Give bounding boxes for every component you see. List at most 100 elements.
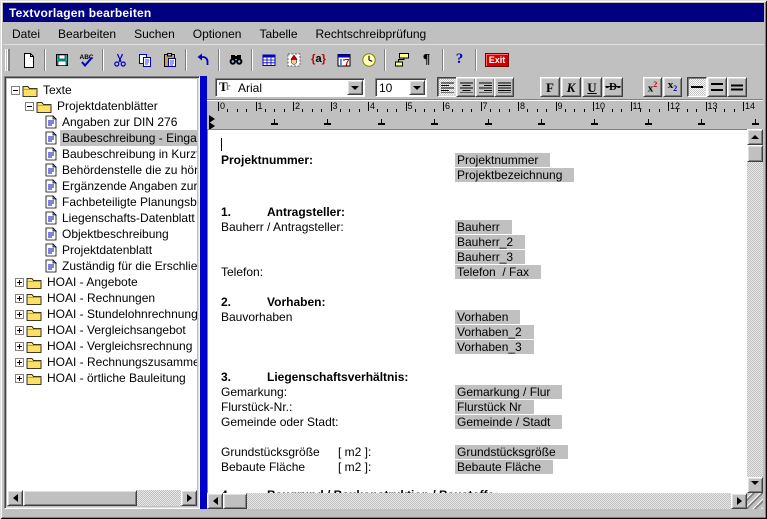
tree-item-hoai-stundelohnrechnunge[interactable]: HOAI - Stundelohnrechnunge xyxy=(7,306,197,322)
merge-field-bauherr-3[interactable]: Bauherr_3 xyxy=(455,250,525,264)
merge-field-grundstücksgröße[interactable]: Grundstücksgröße xyxy=(455,445,568,459)
align-justify-button[interactable] xyxy=(494,77,514,97)
tree-item-projektdatenblatt[interactable]: Projektdatenblatt xyxy=(7,242,197,258)
tab-stop-marker[interactable] xyxy=(431,119,438,125)
insert-image-button[interactable] xyxy=(281,47,306,73)
tree-item-label[interactable]: Behördenstelle die zu hör xyxy=(60,162,197,178)
spellcheck-button[interactable]: ABC xyxy=(74,47,99,73)
tree-item-baubeschreibung-in-kurzf[interactable]: Baubeschreibung in Kurzf xyxy=(7,146,197,162)
merge-field-vorhaben-3[interactable]: Vorhaben_3 xyxy=(455,340,534,354)
menu-item-rechtschreibprüfung[interactable]: Rechtschreibprüfung xyxy=(307,25,436,43)
tree-item-label[interactable]: Zuständig für die Erschließ xyxy=(60,258,197,274)
insert-field-button[interactable]: {a} xyxy=(306,47,331,73)
scroll-left-button[interactable] xyxy=(7,490,23,506)
tree-item-hoai-rechnungen[interactable]: HOAI - Rechnungen xyxy=(7,290,197,306)
tree-item-texte[interactable]: Texte xyxy=(7,82,197,98)
tree-item-label[interactable]: Liegenschafts-Datenblatt xyxy=(60,210,197,226)
merge-field-flurstück-nr[interactable]: Flurstück Nr xyxy=(455,400,534,414)
insert-date-button[interactable]: 7 xyxy=(331,47,356,73)
tree-item-hoai-örtliche-bauleitung[interactable]: HOAI - örtliche Bauleitung xyxy=(7,370,197,386)
menu-item-optionen[interactable]: Optionen xyxy=(184,25,251,43)
text-structure-button[interactable] xyxy=(389,47,414,73)
line-spacing-single-button[interactable] xyxy=(687,77,707,97)
merge-field-projektbezeichnung[interactable]: Projektbezeichnung xyxy=(455,168,574,182)
tree-item-behördenstelle-die-zu-hör[interactable]: Behördenstelle die zu hör xyxy=(7,162,197,178)
tab-stop-marker[interactable] xyxy=(378,119,385,125)
tree-item-label[interactable]: Baubeschreibung in Kurzf xyxy=(60,146,197,162)
menu-item-bearbeiten[interactable]: Bearbeiten xyxy=(49,25,125,43)
expand-plus-icon[interactable] xyxy=(15,374,24,383)
scroll-right-button[interactable] xyxy=(181,490,197,506)
paste-button[interactable] xyxy=(157,47,182,73)
tab-stop-marker[interactable] xyxy=(485,119,492,125)
tab-stop-marker[interactable] xyxy=(698,119,705,125)
document-page[interactable]: Projektnummer:ProjektnummerProjektbezeic… xyxy=(207,129,747,493)
scrollbar-thumb[interactable] xyxy=(223,493,247,509)
expand-plus-icon[interactable] xyxy=(15,294,24,303)
help-button[interactable]: ? xyxy=(447,47,472,73)
font-size-select[interactable]: 10 xyxy=(375,78,427,97)
scroll-right-button[interactable] xyxy=(731,493,747,509)
collapse-minus-icon[interactable] xyxy=(11,86,20,95)
toolbar-grip-handle[interactable] xyxy=(5,49,12,71)
merge-field-gemarkung-flur[interactable]: Gemarkung / Flur xyxy=(455,385,562,399)
align-left-button[interactable] xyxy=(437,77,457,97)
font-dropdown-button[interactable] xyxy=(347,80,363,95)
find-button[interactable] xyxy=(223,47,248,73)
align-center-button[interactable] xyxy=(456,77,476,97)
tab-stop-marker[interactable] xyxy=(271,119,278,125)
tree-item-ergänzende-angaben-zur[interactable]: Ergänzende Angaben zur xyxy=(7,178,197,194)
tree-item-hoai-angebote[interactable]: HOAI - Angebote xyxy=(7,274,197,290)
resize-grip[interactable] xyxy=(747,493,763,509)
titlebar[interactable]: Textvorlagen bearbeiten xyxy=(3,3,764,22)
undo-button[interactable] xyxy=(190,47,215,73)
tree-item-liegenschafts-datenblatt[interactable]: Liegenschafts-Datenblatt xyxy=(7,210,197,226)
menu-item-tabelle[interactable]: Tabelle xyxy=(250,25,306,43)
cut-button[interactable] xyxy=(107,47,132,73)
expand-plus-icon[interactable] xyxy=(15,310,24,319)
merge-field-vorhaben[interactable]: Vorhaben xyxy=(455,310,520,324)
tree-item-hoai-rechnungszusammen[interactable]: HOAI - Rechnungszusammen xyxy=(7,354,197,370)
tree-item-label[interactable]: Fachbeteiligte Planungsbi xyxy=(60,194,197,210)
font-select[interactable]: Tr Arial xyxy=(215,78,365,97)
tab-stop-marker[interactable] xyxy=(752,119,759,125)
tree-item-label[interactable]: Projektdatenblätter xyxy=(55,98,160,114)
tree-item-projektdatenblätter[interactable]: Projektdatenblätter xyxy=(7,98,197,114)
tree-item-objektbeschreibung[interactable]: Objektbeschreibung xyxy=(7,226,197,242)
insert-time-button[interactable] xyxy=(356,47,381,73)
line-spacing-onehalf-button[interactable] xyxy=(707,77,727,97)
ruler[interactable]: 01234567891011121314 xyxy=(207,99,763,115)
tab-stop-marker[interactable] xyxy=(591,119,598,125)
tree-item-baubeschreibung-eingab[interactable]: Baubeschreibung - Eingab xyxy=(7,130,197,146)
subscript-button[interactable]: x2 xyxy=(663,77,682,97)
underline-button[interactable]: U xyxy=(582,77,602,97)
copy-button[interactable] xyxy=(132,47,157,73)
tab-stop-marker[interactable] xyxy=(324,119,331,125)
line-spacing-double-button[interactable] xyxy=(727,77,747,97)
scrollbar-thumb[interactable] xyxy=(23,490,137,506)
italic-button[interactable]: K xyxy=(561,77,581,97)
bold-button[interactable]: F xyxy=(540,77,560,97)
scroll-down-button[interactable] xyxy=(747,477,763,493)
tree-item-hoai-vergleichsrechnung[interactable]: HOAI - Vergleichsrechnung xyxy=(7,338,197,354)
size-dropdown-button[interactable] xyxy=(409,80,425,95)
scrollbar-track[interactable] xyxy=(747,145,763,477)
merge-field-bebaute-fläche[interactable]: Bebaute Fläche xyxy=(455,460,553,474)
tree-item-label[interactable]: HOAI - Rechnungen xyxy=(45,290,157,306)
superscript-button[interactable]: x2 xyxy=(643,77,662,97)
tree-item-label[interactable]: Texte xyxy=(41,82,74,98)
paragraph-marks-button[interactable]: ¶ xyxy=(414,47,439,73)
tree-item-label[interactable]: Projektdatenblatt xyxy=(60,242,154,258)
tab-stop-marker[interactable] xyxy=(645,119,652,125)
insert-table-button[interactable] xyxy=(256,47,281,73)
new-document-button[interactable] xyxy=(16,47,41,73)
merge-field-projektnummer[interactable]: Projektnummer xyxy=(455,153,550,167)
tree-item-zuständig-für-die-erschließ[interactable]: Zuständig für die Erschließ xyxy=(7,258,197,274)
tab-stop-marker[interactable] xyxy=(538,119,545,125)
scroll-left-button[interactable] xyxy=(207,493,223,509)
scrollbar-thumb[interactable] xyxy=(747,145,763,162)
strikethrough-button[interactable]: -D- xyxy=(603,77,623,97)
tree-item-angaben-zur-din-276[interactable]: Angaben zur DIN 276 xyxy=(7,114,197,130)
scrollbar-track[interactable] xyxy=(223,493,731,509)
merge-field-bauherr[interactable]: Bauherr xyxy=(455,220,512,234)
